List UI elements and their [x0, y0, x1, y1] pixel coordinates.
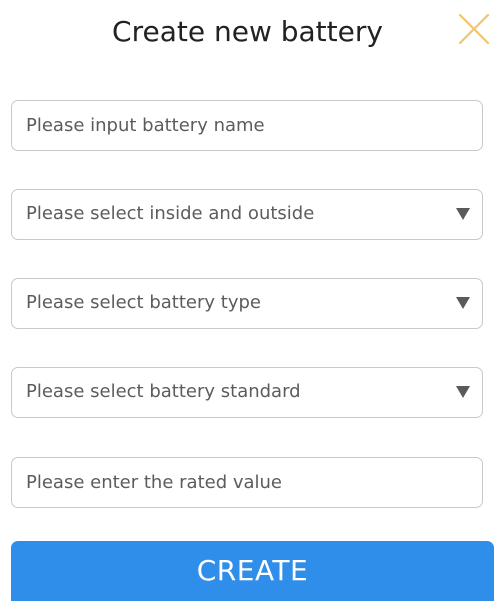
create-battery-dialog: Create new battery Please select inside … [0, 0, 495, 601]
battery-type-select[interactable]: Please select battery type [11, 278, 483, 329]
battery-name-field[interactable] [11, 100, 483, 151]
battery-name-input[interactable] [12, 101, 482, 150]
rated-value-input[interactable] [12, 458, 482, 507]
battery-standard-select[interactable]: Please select battery standard [11, 367, 483, 418]
dropdown-arrow-icon [456, 297, 470, 309]
battery-type-placeholder: Please select battery type [26, 292, 261, 313]
inside-outside-placeholder: Please select inside and outside [26, 203, 315, 224]
inside-outside-select[interactable]: Please select inside and outside [11, 189, 483, 240]
dropdown-arrow-icon [456, 386, 470, 398]
dialog-title: Create new battery [112, 15, 383, 48]
battery-standard-placeholder: Please select battery standard [26, 381, 301, 402]
close-icon [458, 13, 490, 45]
create-button[interactable]: CREATE [11, 541, 494, 601]
dropdown-arrow-icon [456, 208, 470, 220]
rated-value-field[interactable] [11, 457, 483, 508]
close-button[interactable] [456, 11, 492, 47]
